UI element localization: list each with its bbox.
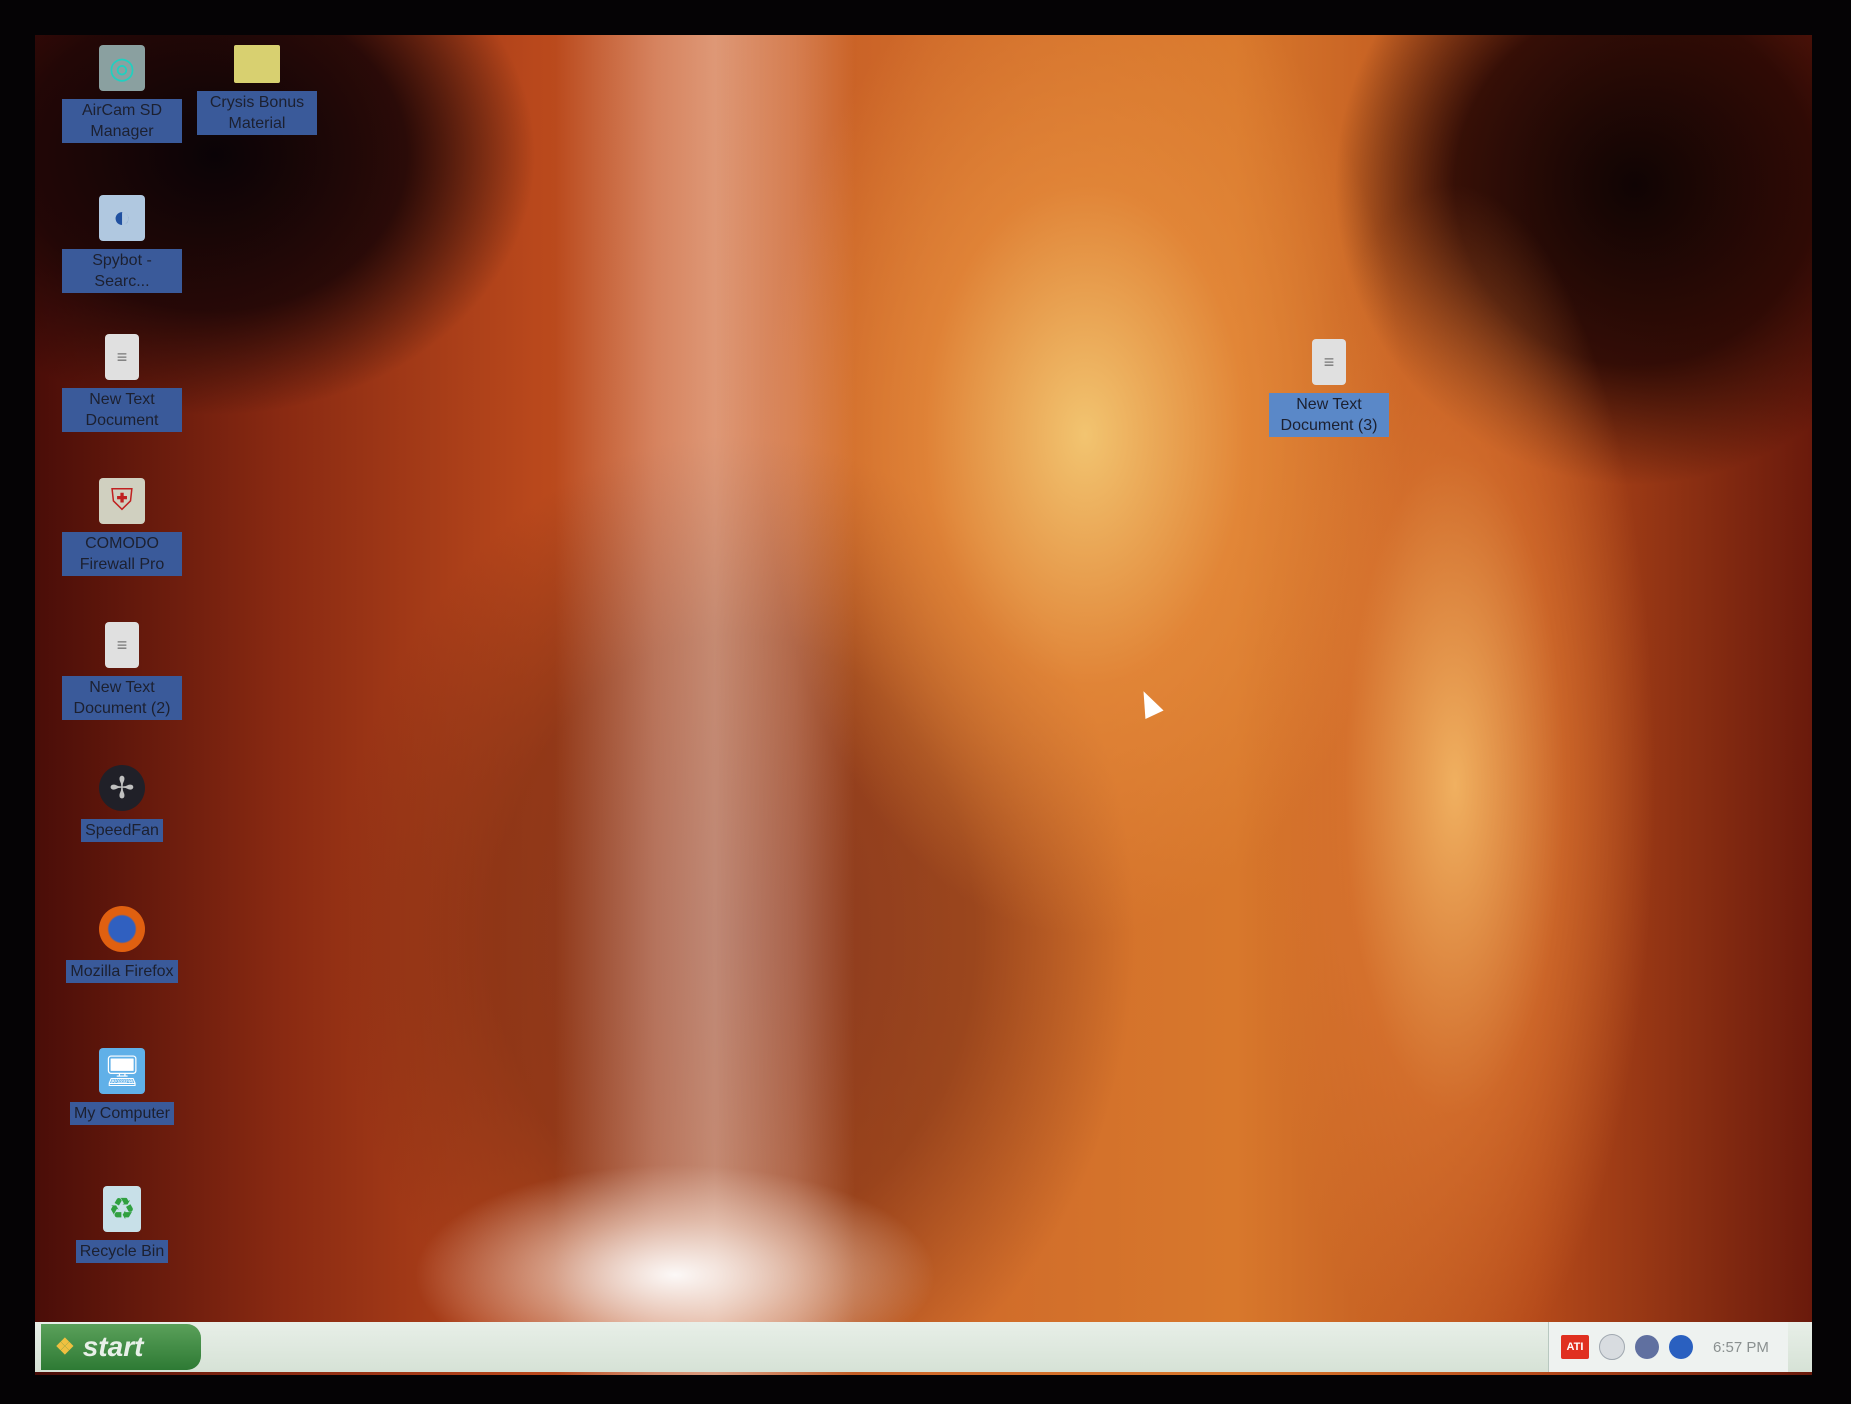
start-button[interactable]: ❖ start <box>41 1324 201 1370</box>
comodo-shield-tray-icon[interactable] <box>1599 1334 1625 1360</box>
firefox-icon <box>99 906 145 952</box>
taskbar: ❖ start ATI 6:57 PM <box>35 1322 1812 1372</box>
text-document-icon: ≡ <box>105 334 139 380</box>
desktop-icon-recycle-bin[interactable]: ♻ Recycle Bin <box>62 1186 182 1263</box>
speedfan-tray-icon[interactable] <box>1635 1335 1659 1359</box>
desktop: ◎ AirCam SD Manager Crysis Bonus Materia… <box>35 35 1812 1375</box>
desktop-icon-aircam[interactable]: ◎ AirCam SD Manager <box>62 45 182 143</box>
text-document-icon: ≡ <box>1312 339 1346 385</box>
spybot-icon: ◐ <box>99 195 145 241</box>
desktop-icon-new-text-document-2[interactable]: ≡ New Text Document (2) <box>62 622 182 720</box>
mouse-pointer-icon <box>1134 686 1164 720</box>
camera-icon: ◎ <box>99 45 145 91</box>
desktop-icon-comodo[interactable]: ⛨ COMODO Firewall Pro <box>62 478 182 576</box>
fan-icon: ✢ <box>99 765 145 811</box>
network-tray-icon[interactable] <box>1669 1335 1693 1359</box>
desktop-icon-firefox[interactable]: Mozilla Firefox <box>62 906 182 983</box>
desktop-icon-speedfan[interactable]: ✢ SpeedFan <box>62 765 182 842</box>
text-document-icon: ≡ <box>105 622 139 668</box>
desktop-icon-new-text-document-3[interactable]: ≡ New Text Document (3) <box>1269 339 1389 437</box>
system-tray: ATI 6:57 PM <box>1548 1322 1788 1372</box>
clock[interactable]: 6:57 PM <box>1713 1339 1769 1356</box>
recycle-bin-icon: ♻ <box>103 1186 141 1232</box>
desktop-icon-spybot[interactable]: ◐ Spybot - Searc... <box>62 195 182 293</box>
desktop-icon-new-text-document[interactable]: ≡ New Text Document <box>62 334 182 432</box>
shield-icon: ⛨ <box>99 478 145 524</box>
folder-icon <box>234 45 280 83</box>
windows-logo-icon: ❖ <box>55 1334 75 1359</box>
desktop-icon-crysis-bonus[interactable]: Crysis Bonus Material <box>197 45 317 135</box>
ati-tray-icon[interactable]: ATI <box>1561 1335 1589 1359</box>
desktop-icon-my-computer[interactable]: 🖥 My Computer <box>62 1048 182 1125</box>
computer-icon: 🖥 <box>99 1048 145 1094</box>
